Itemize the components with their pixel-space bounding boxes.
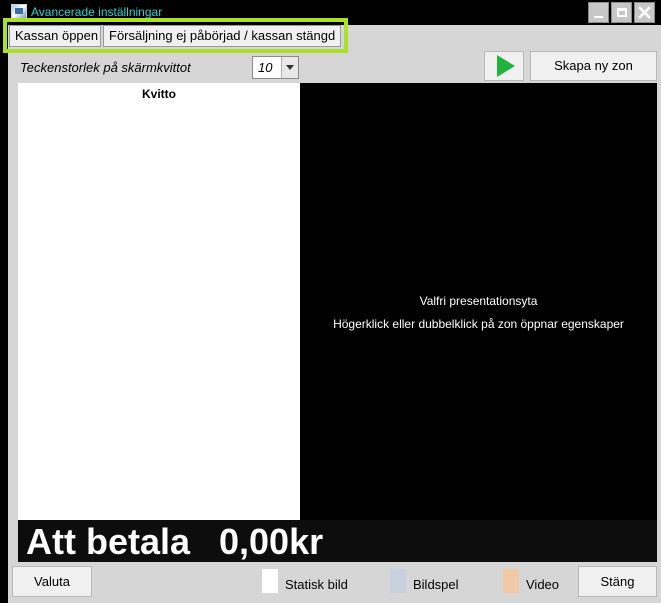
receipt-zone[interactable]: Kvitto <box>18 83 300 520</box>
font-size-dropdown-button[interactable] <box>281 57 298 78</box>
receipt-title: Kvitto <box>142 87 176 101</box>
play-button[interactable] <box>484 51 524 81</box>
presentation-zone[interactable]: Valfri presentationsyta Högerklick eller… <box>300 83 657 520</box>
pay-label: Att betala <box>26 521 191 562</box>
font-size-label: Teckenstorlek på skärmkvittot <box>20 60 191 75</box>
minimize-icon <box>594 16 603 18</box>
legend-swatch-slideshow <box>390 569 406 593</box>
close-button[interactable]: Stäng <box>578 566 657 597</box>
pay-amount: 0,00kr <box>219 521 324 562</box>
legend-swatch-static <box>262 569 278 593</box>
legend-label-slideshow: Bildspel <box>413 577 459 592</box>
close-window-button[interactable] <box>634 2 655 23</box>
legend-label-static: Statisk bild <box>285 577 348 592</box>
chevron-down-icon <box>286 65 294 70</box>
presentation-title: Valfri presentationsyta <box>419 294 538 308</box>
minimize-button[interactable] <box>588 2 609 23</box>
legend-label-video: Video <box>526 577 560 592</box>
play-icon <box>497 55 515 77</box>
currency-button[interactable]: Valuta <box>12 566 92 597</box>
maximize-icon <box>616 8 627 17</box>
tab-kassan-oppen[interactable]: Kassan öppen <box>9 25 101 47</box>
close-icon <box>638 6 651 19</box>
presentation-hint: Högerklick eller dubbelklick på zon öppn… <box>333 317 624 331</box>
create-zone-button[interactable]: Skapa ny zon <box>530 51 657 81</box>
legend-swatch-video <box>503 569 519 593</box>
maximize-button[interactable] <box>611 2 632 23</box>
tab-kassan-stangd[interactable]: Försäljning ej påbörjad / kassan stängd <box>103 25 341 47</box>
